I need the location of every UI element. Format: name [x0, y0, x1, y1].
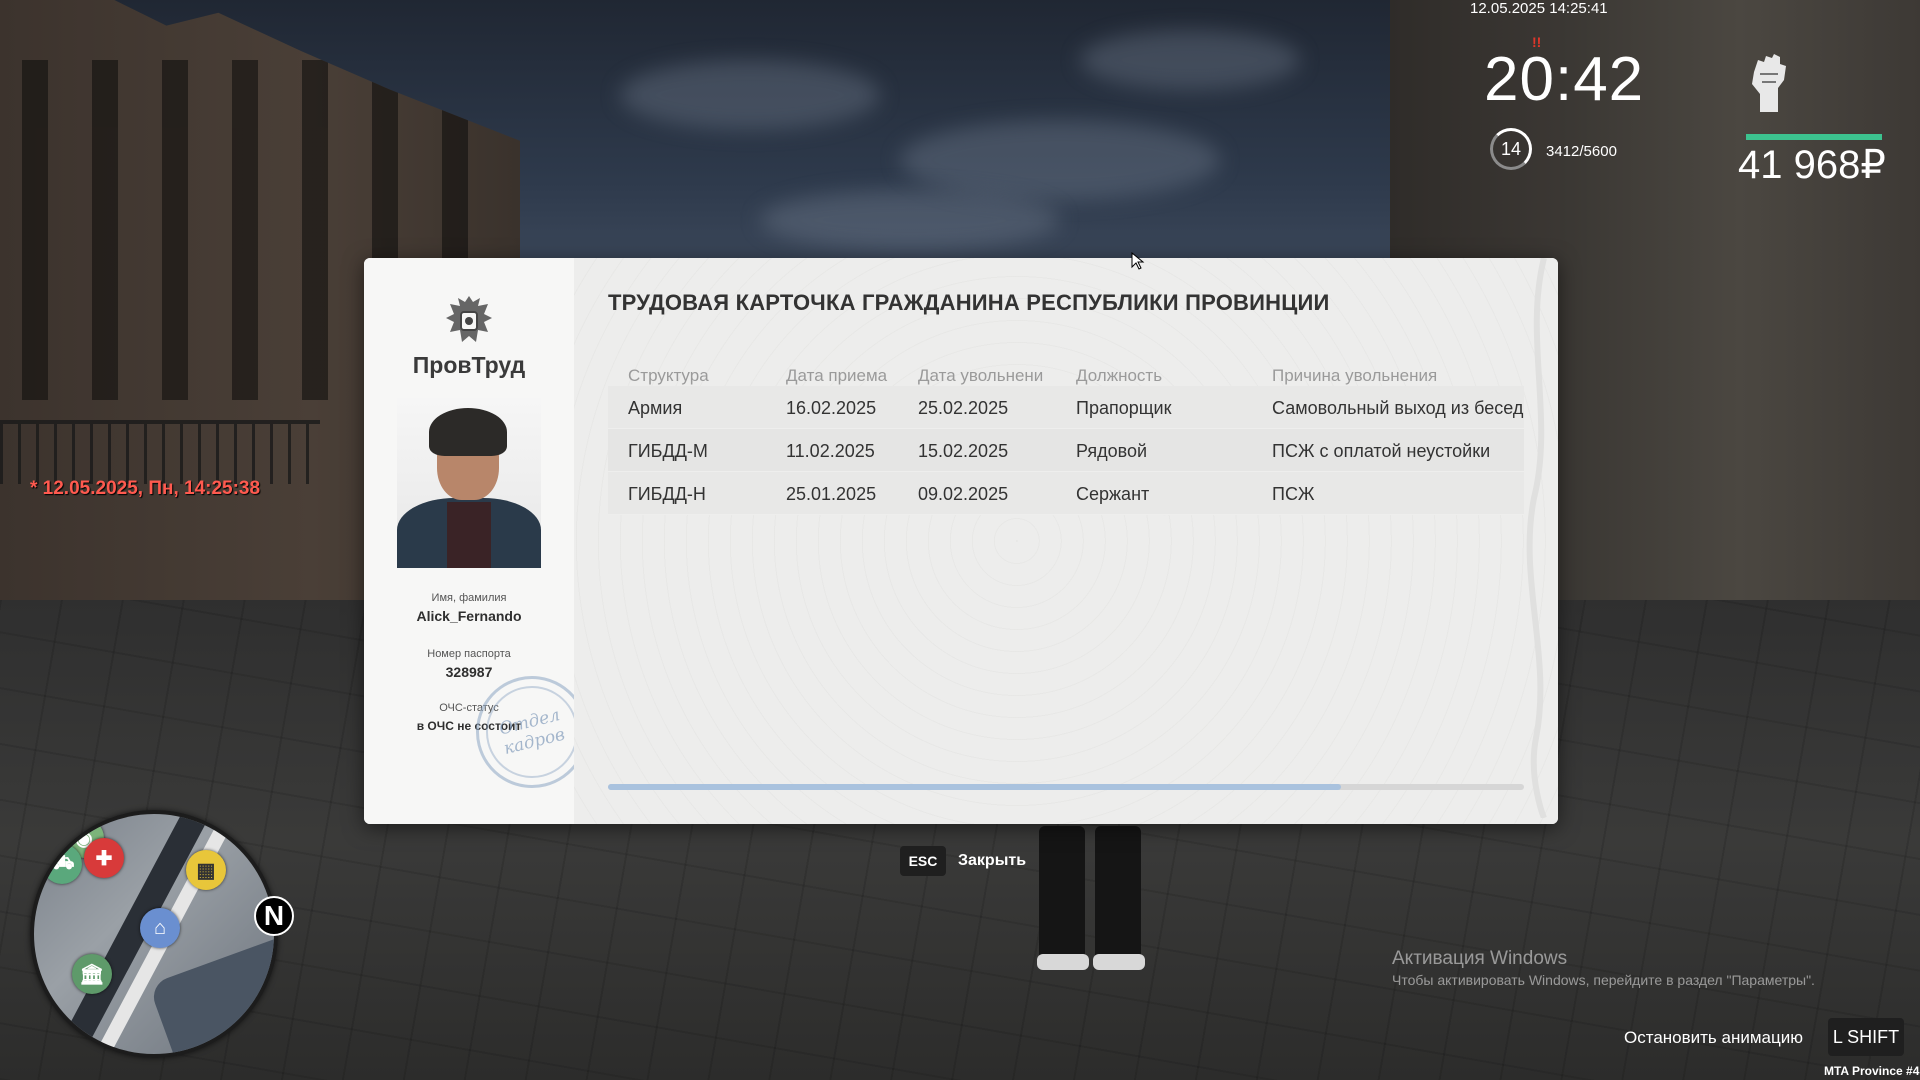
character-shoe	[1037, 954, 1089, 970]
close-button[interactable]: Закрыть	[958, 852, 1026, 870]
passport-label: Номер паспорта	[427, 648, 511, 660]
brand-name: ПровТруд	[412, 352, 526, 378]
cell-reason: Самовольный выход из бесед	[1272, 398, 1524, 418]
character-leg	[1093, 826, 1145, 970]
cloud	[900, 120, 1220, 200]
character-shoe	[1093, 954, 1145, 970]
photo-shirt	[447, 502, 491, 568]
card-sidebar: ПровТруд Имя, фамилия Alick_Fernando Ном…	[364, 258, 600, 824]
windows-activation-subtitle: Чтобы активировать Windows, перейдите в …	[1392, 972, 1815, 988]
column-header-position: Должность	[1076, 366, 1163, 385]
cell-position: Сержант	[1076, 484, 1150, 504]
cell-position: Рядовой	[1076, 441, 1148, 461]
citizen-photo	[397, 398, 541, 568]
column-header-hire-date: Дата приема	[786, 366, 888, 385]
map-water	[148, 930, 274, 1054]
table-row[interactable]: ГИБДД-М 11.02.2025 15.02.2025 Рядовой ПС…	[608, 429, 1524, 472]
hud-datetime: 12.05.2025 14:25:41	[1470, 0, 1608, 17]
fence	[0, 420, 320, 484]
compass-north: N	[254, 896, 294, 936]
table-row[interactable]: Армия 16.02.2025 25.02.2025 Прапорщик Са…	[608, 386, 1524, 429]
medical-cross-icon: ✚	[84, 838, 124, 878]
car-icon: ⛟	[42, 844, 82, 884]
name-label: Имя, фамилия	[431, 592, 507, 604]
hud-clock: 20:42	[1484, 45, 1645, 114]
horizontal-scrollbar[interactable]	[608, 784, 1524, 790]
cell-position: Прапорщик	[1076, 398, 1172, 418]
table-row[interactable]: ГИБДД-Н 25.01.2025 09.02.2025 Сержант ПС…	[608, 472, 1524, 515]
cloud	[620, 60, 880, 130]
table-body: Армия 16.02.2025 25.02.2025 Прапорщик Са…	[608, 386, 1524, 515]
stop-animation-button[interactable]: Остановить анимацию	[1624, 1028, 1803, 1048]
cell-dismissal-date: 09.02.2025	[918, 484, 1009, 504]
cell-reason: ПСЖ с оплатой неустойки	[1272, 441, 1491, 461]
card-title: ТРУДОВАЯ КАРТОЧКА ГРАЖДАНИНА РЕСПУБЛИКИ …	[608, 290, 1330, 315]
character-leg	[1037, 826, 1089, 970]
fist-icon	[1752, 54, 1786, 112]
column-header-dismissal-date: Дата увольнени	[918, 366, 1044, 385]
photo-hat	[429, 408, 507, 456]
police-icon: ⌂	[140, 908, 180, 948]
mouse-cursor-icon	[1131, 252, 1145, 270]
work-card-dialog: ПровТруд Имя, фамилия Alick_Fernando Ном…	[364, 258, 1558, 824]
card-main	[574, 258, 1558, 824]
taxi-icon: ▦	[186, 850, 226, 890]
level-badge: 14	[1490, 128, 1532, 170]
employment-table: Структура Дата приема Дата увольнени Дол…	[608, 358, 1524, 515]
cell-dismissal-date: 15.02.2025	[918, 441, 1009, 461]
windows-activation-title: Активация Windows	[1392, 948, 1568, 969]
cell-hire-date: 25.01.2025	[786, 484, 877, 504]
cell-hire-date: 11.02.2025	[786, 441, 875, 461]
shift-key-badge[interactable]: L SHIFT	[1828, 1018, 1904, 1056]
health-bar	[1746, 134, 1882, 140]
esc-key-badge[interactable]: ESC	[900, 846, 946, 876]
cloud	[1080, 30, 1300, 90]
minimap: ◉ ⛟ ✚ ▦ ⌂ 🏛	[30, 810, 278, 1058]
server-name: MTA Province #4	[1824, 1064, 1920, 1078]
cell-structure: Армия	[628, 398, 683, 418]
cell-reason: ПСЖ	[1272, 484, 1315, 504]
chat-timestamp: * 12.05.2025, Пн, 14:25:38	[30, 478, 261, 499]
table-header: Структура Дата приема Дата увольнени Дол…	[608, 358, 1524, 386]
experience-counter: 3412/5600	[1546, 143, 1617, 160]
cloud	[760, 190, 1060, 250]
scrollbar-thumb[interactable]	[608, 784, 1341, 790]
decorative-ornament	[1526, 258, 1547, 818]
cell-hire-date: 16.02.2025	[786, 398, 877, 418]
name-value: Alick_Fernando	[416, 608, 522, 624]
cell-structure: ГИБДД-Н	[628, 484, 706, 504]
money-counter: 41 968₽	[1738, 143, 1886, 187]
column-header-reason: Причина увольнения	[1272, 366, 1438, 385]
cell-structure: ГИБДД-М	[628, 441, 708, 461]
coat-of-arms-icon	[446, 296, 492, 342]
player-character	[1035, 826, 1145, 976]
cell-dismissal-date: 25.02.2025	[918, 398, 1009, 418]
stamp-inner: Отдел кадров	[476, 676, 588, 788]
bank-icon: 🏛	[72, 954, 112, 994]
column-header-structure: Структура	[628, 366, 709, 385]
